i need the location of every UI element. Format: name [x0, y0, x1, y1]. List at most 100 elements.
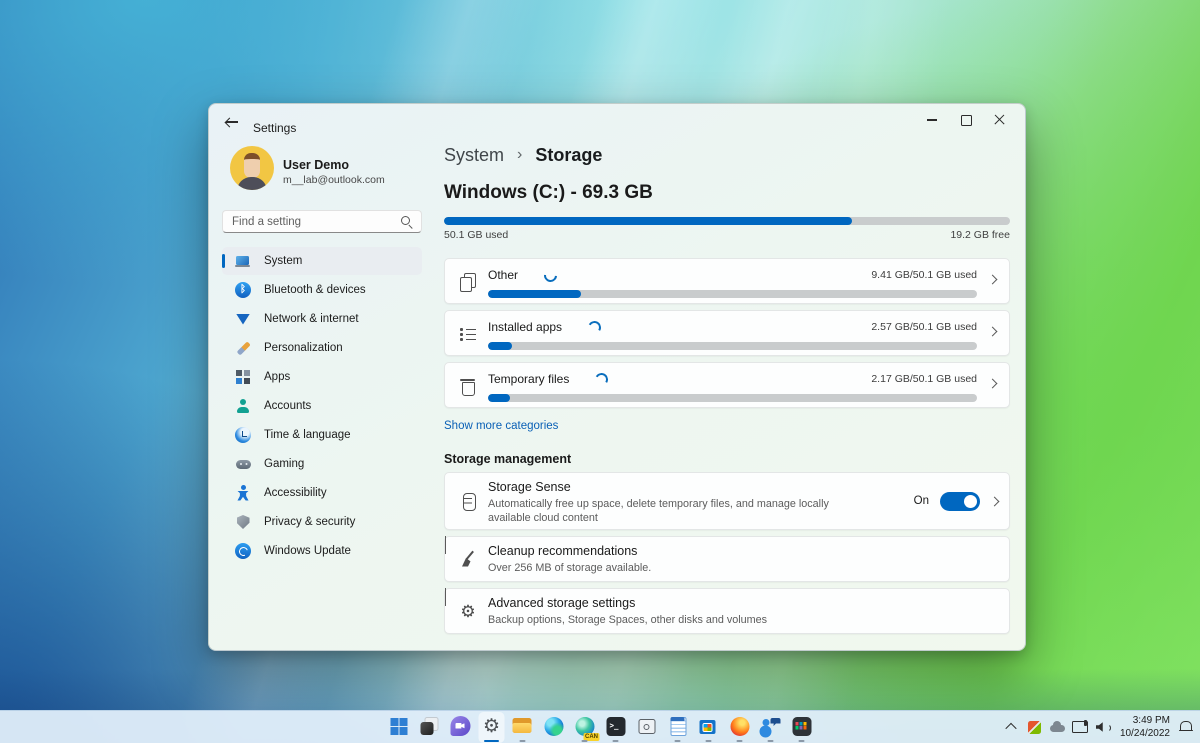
system-icon	[235, 253, 251, 269]
sidebar-item-windows-update[interactable]: Windows Update	[222, 537, 422, 565]
taskbar-start[interactable]	[386, 712, 412, 743]
sidebar-item-time-language[interactable]: Time & language	[222, 421, 422, 449]
sidebar-item-accessibility[interactable]: Accessibility	[222, 479, 422, 507]
task-view-icon	[419, 715, 441, 737]
taskbar-store[interactable]	[696, 712, 722, 743]
storage-sense-icon	[458, 491, 478, 511]
category-usage: 2.17 GB/50.1 GB used	[871, 373, 977, 385]
category-card-installed-apps[interactable]: Installed apps 2.57 GB/50.1 GB used	[444, 310, 1010, 356]
taskbar-feedback-hub[interactable]	[758, 712, 784, 743]
sidebar-item-privacy-security[interactable]: Privacy & security	[222, 508, 422, 536]
sidebar-item-network-internet[interactable]: Network & internet	[222, 305, 422, 333]
tray-chevron-up-icon[interactable]	[1003, 716, 1020, 738]
store-icon	[698, 715, 720, 737]
sidebar-item-label: System	[264, 255, 302, 267]
chevron-right-icon	[990, 496, 1000, 506]
taskbar-settings[interactable]	[479, 712, 505, 743]
back-button[interactable]	[225, 115, 241, 129]
cleanup-title: Cleanup recommendations	[488, 544, 969, 558]
taskbar-terminal[interactable]	[603, 712, 629, 743]
tray-icons	[1003, 716, 1112, 738]
category-usage: 9.41 GB/50.1 GB used	[871, 269, 977, 281]
security-center-icon[interactable]	[1026, 716, 1043, 738]
media-player-icon	[791, 715, 813, 737]
taskbar-task-view[interactable]	[417, 712, 443, 743]
firefox-icon	[729, 715, 751, 737]
tray-date: 10/24/2022	[1120, 727, 1170, 740]
open-app-indicator	[768, 740, 774, 743]
loading-spinner	[541, 266, 559, 284]
storage-sense-card[interactable]: Storage Sense Automatically free up spac…	[444, 472, 1010, 530]
taskbar-edge[interactable]	[541, 712, 567, 743]
sidebar-item-apps[interactable]: Apps	[222, 363, 422, 391]
sidebar-item-bluetooth-devices[interactable]: Bluetooth & devices	[222, 276, 422, 304]
cleanup-recommendations-card[interactable]: Cleanup recommendations Over 256 MB of s…	[444, 536, 1010, 582]
snipping-icon	[636, 715, 658, 737]
feedback-icon	[760, 715, 782, 737]
notification-bell-icon[interactable]	[1178, 716, 1194, 738]
cast-display-icon[interactable]	[1072, 716, 1089, 738]
open-app-indicator	[613, 740, 619, 743]
breadcrumb: System › Storage	[444, 142, 1010, 168]
time-language-icon	[235, 427, 251, 443]
chevron-right-icon	[988, 327, 998, 337]
category-progress-fill	[488, 394, 510, 402]
breadcrumb-parent[interactable]: System	[444, 145, 504, 166]
drive-labels: 50.1 GB used 19.2 GB free	[444, 229, 1010, 241]
app-list-icon	[458, 324, 478, 344]
edge-icon	[543, 715, 565, 737]
category-progress-track	[488, 394, 977, 402]
taskbar-firefox[interactable]	[727, 712, 753, 743]
show-more-categories-link[interactable]: Show more categories	[444, 420, 558, 434]
system-tray: 3:49 PM 10/24/2022	[1003, 711, 1194, 743]
taskbar-snipping-tool[interactable]	[634, 712, 660, 743]
search-input[interactable]	[223, 211, 421, 232]
loading-spinner	[594, 371, 610, 387]
avatar	[230, 146, 274, 190]
category-usage: 2.57 GB/50.1 GB used	[871, 321, 977, 333]
search-box[interactable]	[222, 210, 422, 233]
open-app-indicator	[737, 740, 743, 743]
chat-icon	[450, 715, 472, 737]
storage-sense-toggle[interactable]	[940, 492, 980, 511]
gear-icon	[458, 601, 478, 621]
sidebar-item-label: Accounts	[264, 400, 311, 412]
sidebar-item-gaming[interactable]: Gaming	[222, 450, 422, 478]
taskbar-chat[interactable]	[448, 712, 474, 743]
loading-spinner	[587, 319, 603, 335]
drive-progress-track	[444, 217, 1010, 225]
onedrive-icon[interactable]	[1049, 716, 1066, 738]
profile-name: User Demo	[283, 158, 349, 172]
storage-sense-description: Automatically free up space, delete temp…	[488, 497, 869, 525]
sidebar-item-system[interactable]: System	[222, 247, 422, 275]
drive-progress-fill	[444, 217, 852, 225]
category-card-other[interactable]: Other 9.41 GB/50.1 GB used	[444, 258, 1010, 304]
taskbar-clock[interactable]: 3:49 PM 10/24/2022	[1118, 714, 1172, 740]
category-label: Temporary files	[488, 372, 569, 386]
main-content: System › Storage Windows (C:) - 69.3 GB …	[444, 104, 1010, 634]
category-card-temporary-files[interactable]: Temporary files 2.17 GB/50.1 GB used	[444, 362, 1010, 408]
taskbar-media-player[interactable]	[789, 712, 815, 743]
sidebar-item-label: Privacy & security	[264, 516, 355, 528]
advanced-title: Advanced storage settings	[488, 596, 969, 610]
chevron-down-icon	[445, 588, 446, 606]
drive-used-label: 50.1 GB used	[444, 229, 508, 241]
files-icon	[458, 272, 478, 292]
sidebar-item-personalization[interactable]: Personalization	[222, 334, 422, 362]
sidebar-item-accounts[interactable]: Accounts	[222, 392, 422, 420]
advanced-storage-settings-card[interactable]: Advanced storage settings Backup options…	[444, 588, 1010, 634]
taskbar-edge-canary[interactable]: CAN	[572, 712, 598, 743]
storage-management-heading: Storage management	[444, 452, 1010, 468]
gaming-icon	[235, 456, 251, 472]
accounts-icon	[235, 398, 251, 414]
category-progress-track	[488, 290, 977, 298]
user-profile[interactable]: User Demo m__lab@outlook.com	[222, 146, 430, 202]
volume-icon[interactable]	[1095, 716, 1112, 738]
taskbar-center: CAN	[386, 712, 815, 743]
chevron-right-icon	[445, 536, 446, 554]
breadcrumb-current: Storage	[535, 145, 602, 166]
network-icon	[235, 311, 251, 327]
taskbar-notepad[interactable]	[665, 712, 691, 743]
taskbar-file-explorer[interactable]	[510, 712, 536, 743]
sidebar-item-label: Bluetooth & devices	[264, 284, 366, 296]
